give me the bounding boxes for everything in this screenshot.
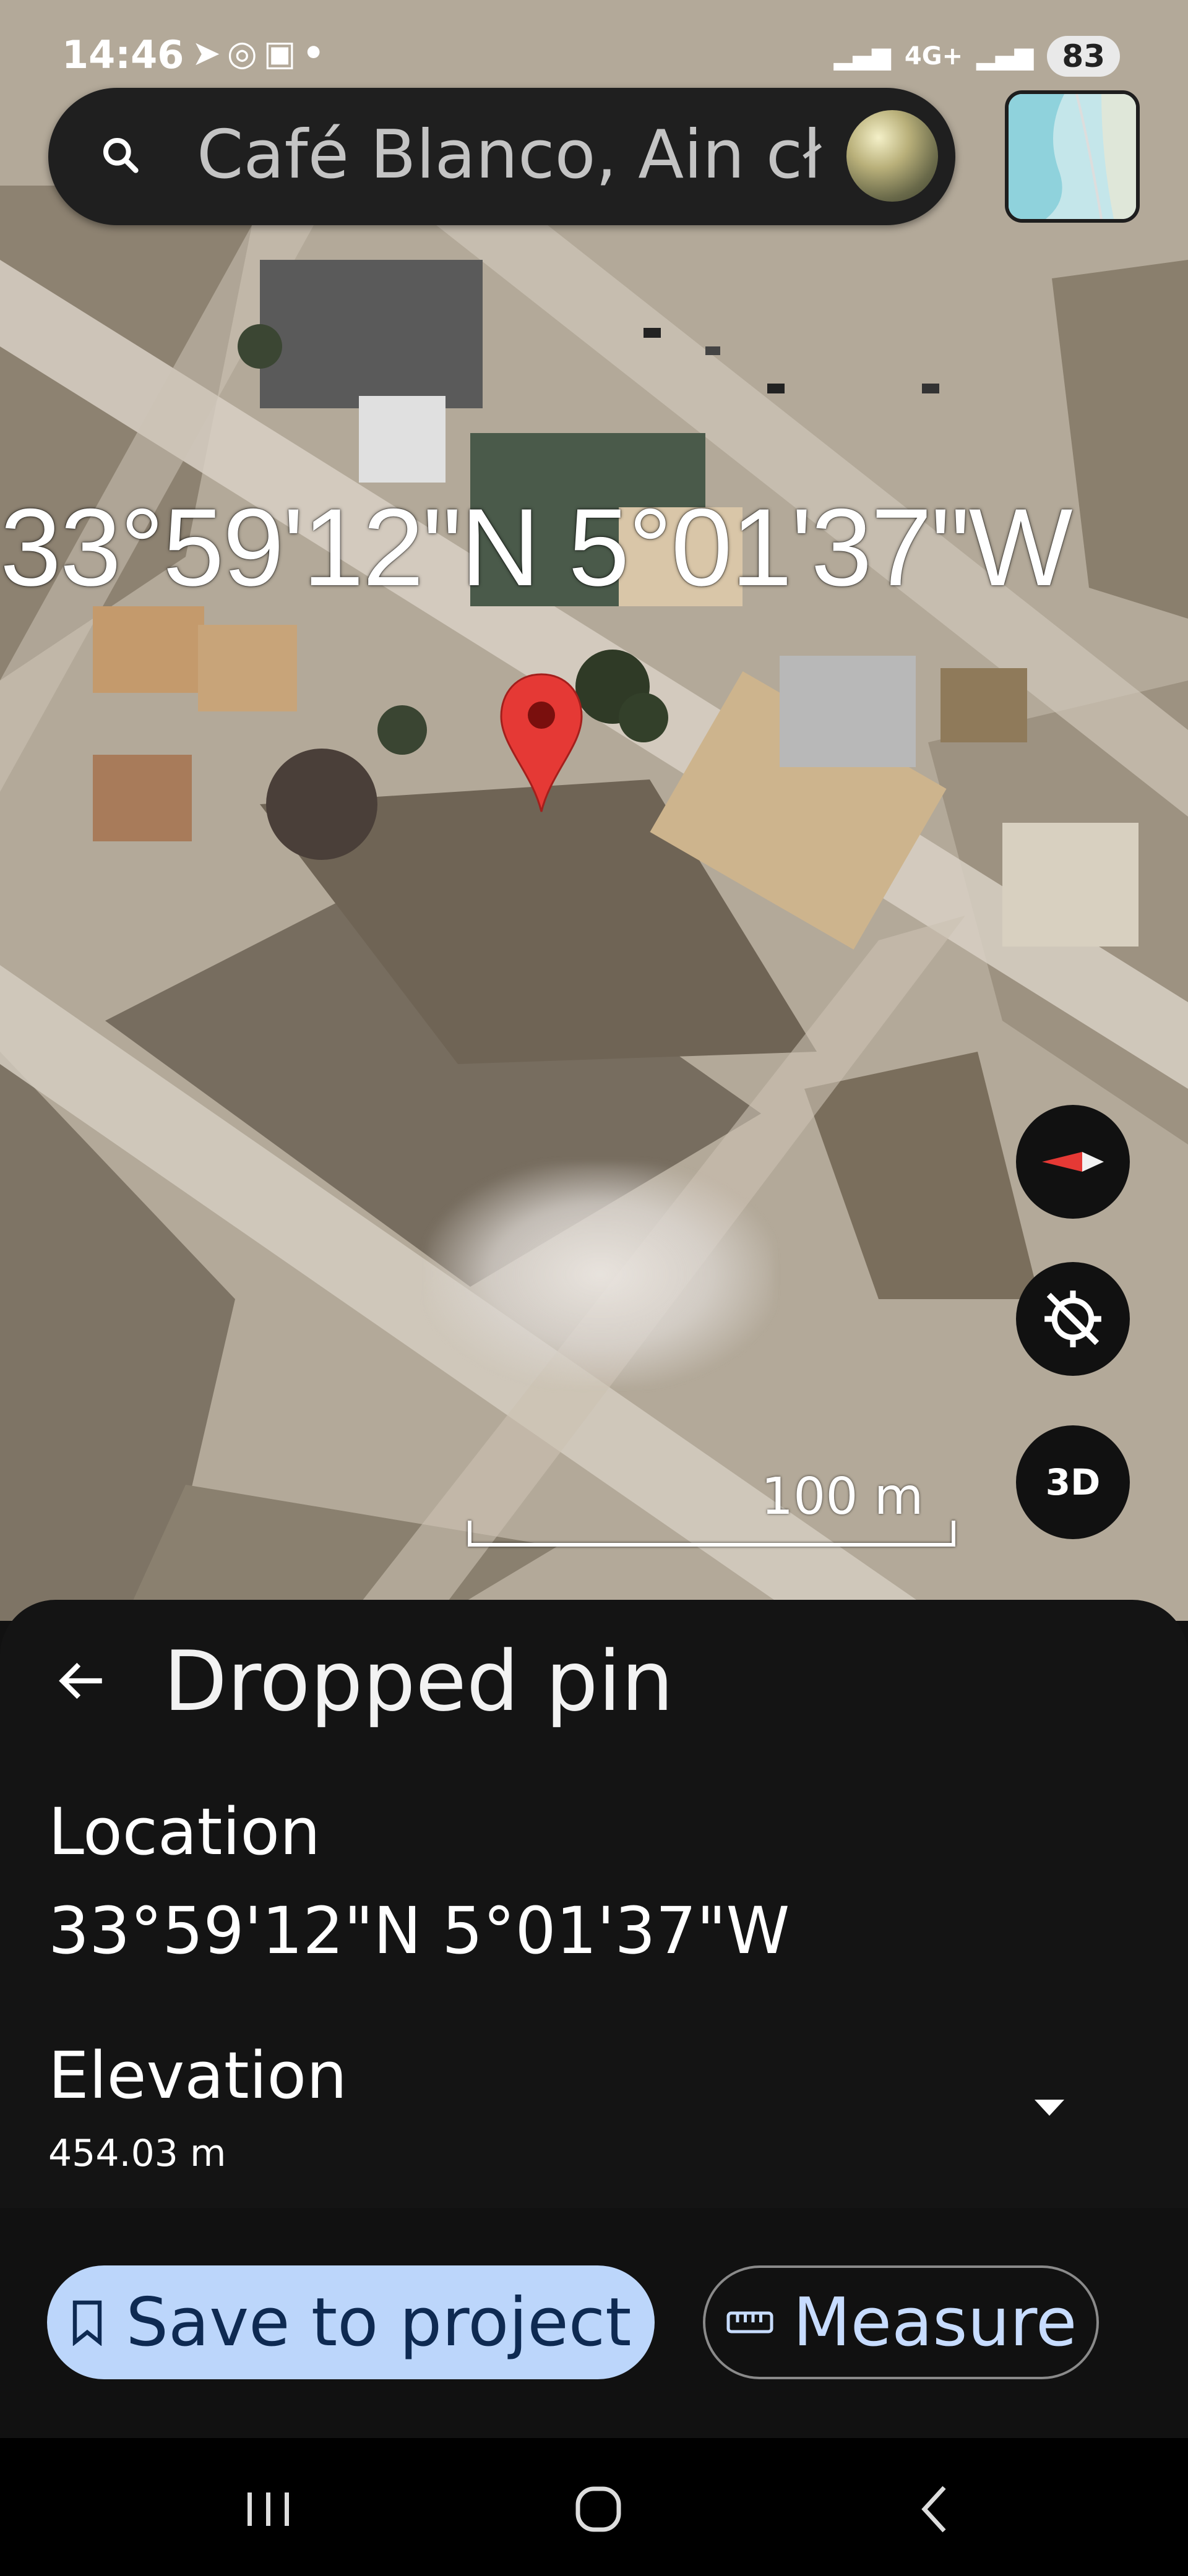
- save-to-project-button[interactable]: Save to project: [47, 2265, 655, 2379]
- measure-button[interactable]: Measure: [703, 2265, 1099, 2379]
- location-value: 33°59'12"N 5°01'37"W: [48, 1893, 790, 1968]
- compass-icon: [1042, 1152, 1104, 1172]
- status-time: 14:46: [62, 32, 184, 77]
- battery-indicator: 83: [1047, 36, 1120, 77]
- home-icon[interactable]: [564, 2475, 632, 2543]
- recent-apps-icon[interactable]: [235, 2475, 303, 2543]
- map-pin-icon[interactable]: [495, 668, 588, 817]
- elevation-label: Elevation: [48, 2038, 348, 2113]
- ruler-icon: [726, 2311, 773, 2333]
- dot-icon: •: [302, 33, 331, 74]
- network-type: 4G+: [904, 42, 963, 71]
- sheet-title: Dropped pin: [163, 1633, 674, 1730]
- location-off-icon: [1044, 1290, 1101, 1347]
- bookmark-icon: [73, 2300, 102, 2346]
- search-bar[interactable]: Café Blanco, Ain cł: [48, 88, 955, 225]
- instagram-icon: ◎: [226, 33, 264, 74]
- map-layers-button[interactable]: [1005, 90, 1140, 223]
- telegram-icon: ➤: [192, 33, 227, 74]
- status-bar: 14:46 ➤◎▣• ▂▄▆ 4G+ ▂▄▆ 83: [0, 25, 1188, 93]
- satellite-map[interactable]: 14:46 ➤◎▣• ▂▄▆ 4G+ ▂▄▆ 83 Café Blanco, A…: [0, 0, 1188, 1621]
- blurred-region: [427, 1163, 773, 1386]
- scale-bar: [468, 1521, 955, 1547]
- elevation-value: 454.03 m: [48, 2132, 226, 2175]
- coordinate-overlay: 33°59'12"N 5°01'37"W: [0, 486, 1073, 609]
- status-right: ▂▄▆ 4G+ ▂▄▆ 83: [834, 36, 1120, 77]
- linkedin-icon: ▣: [263, 33, 303, 74]
- my-location-button[interactable]: [1016, 1262, 1130, 1376]
- location-label: Location: [48, 1794, 321, 1870]
- back-nav-icon[interactable]: [901, 2475, 969, 2543]
- signal-icon: ▂▄▆: [833, 42, 891, 71]
- signal-icon-2: ▂▄▆: [976, 42, 1034, 71]
- save-to-project-label: Save to project: [126, 2283, 632, 2361]
- earth-globe-icon[interactable]: [846, 110, 938, 202]
- chevron-down-icon[interactable]: [1032, 2097, 1067, 2118]
- notification-icons: ➤◎▣•: [192, 33, 331, 74]
- measure-label: Measure: [793, 2283, 1077, 2361]
- system-nav-bar: [0, 2438, 1188, 2576]
- map-thumbnail-icon: [1009, 94, 1136, 219]
- search-query[interactable]: Café Blanco, Ain cł: [197, 115, 853, 195]
- back-arrow-icon[interactable]: [53, 1653, 109, 1709]
- compass-button[interactable]: [1016, 1105, 1130, 1219]
- search-icon: [103, 138, 139, 173]
- 3d-toggle-button[interactable]: 3D: [1016, 1425, 1130, 1539]
- scale-label: 100 m: [761, 1467, 924, 1526]
